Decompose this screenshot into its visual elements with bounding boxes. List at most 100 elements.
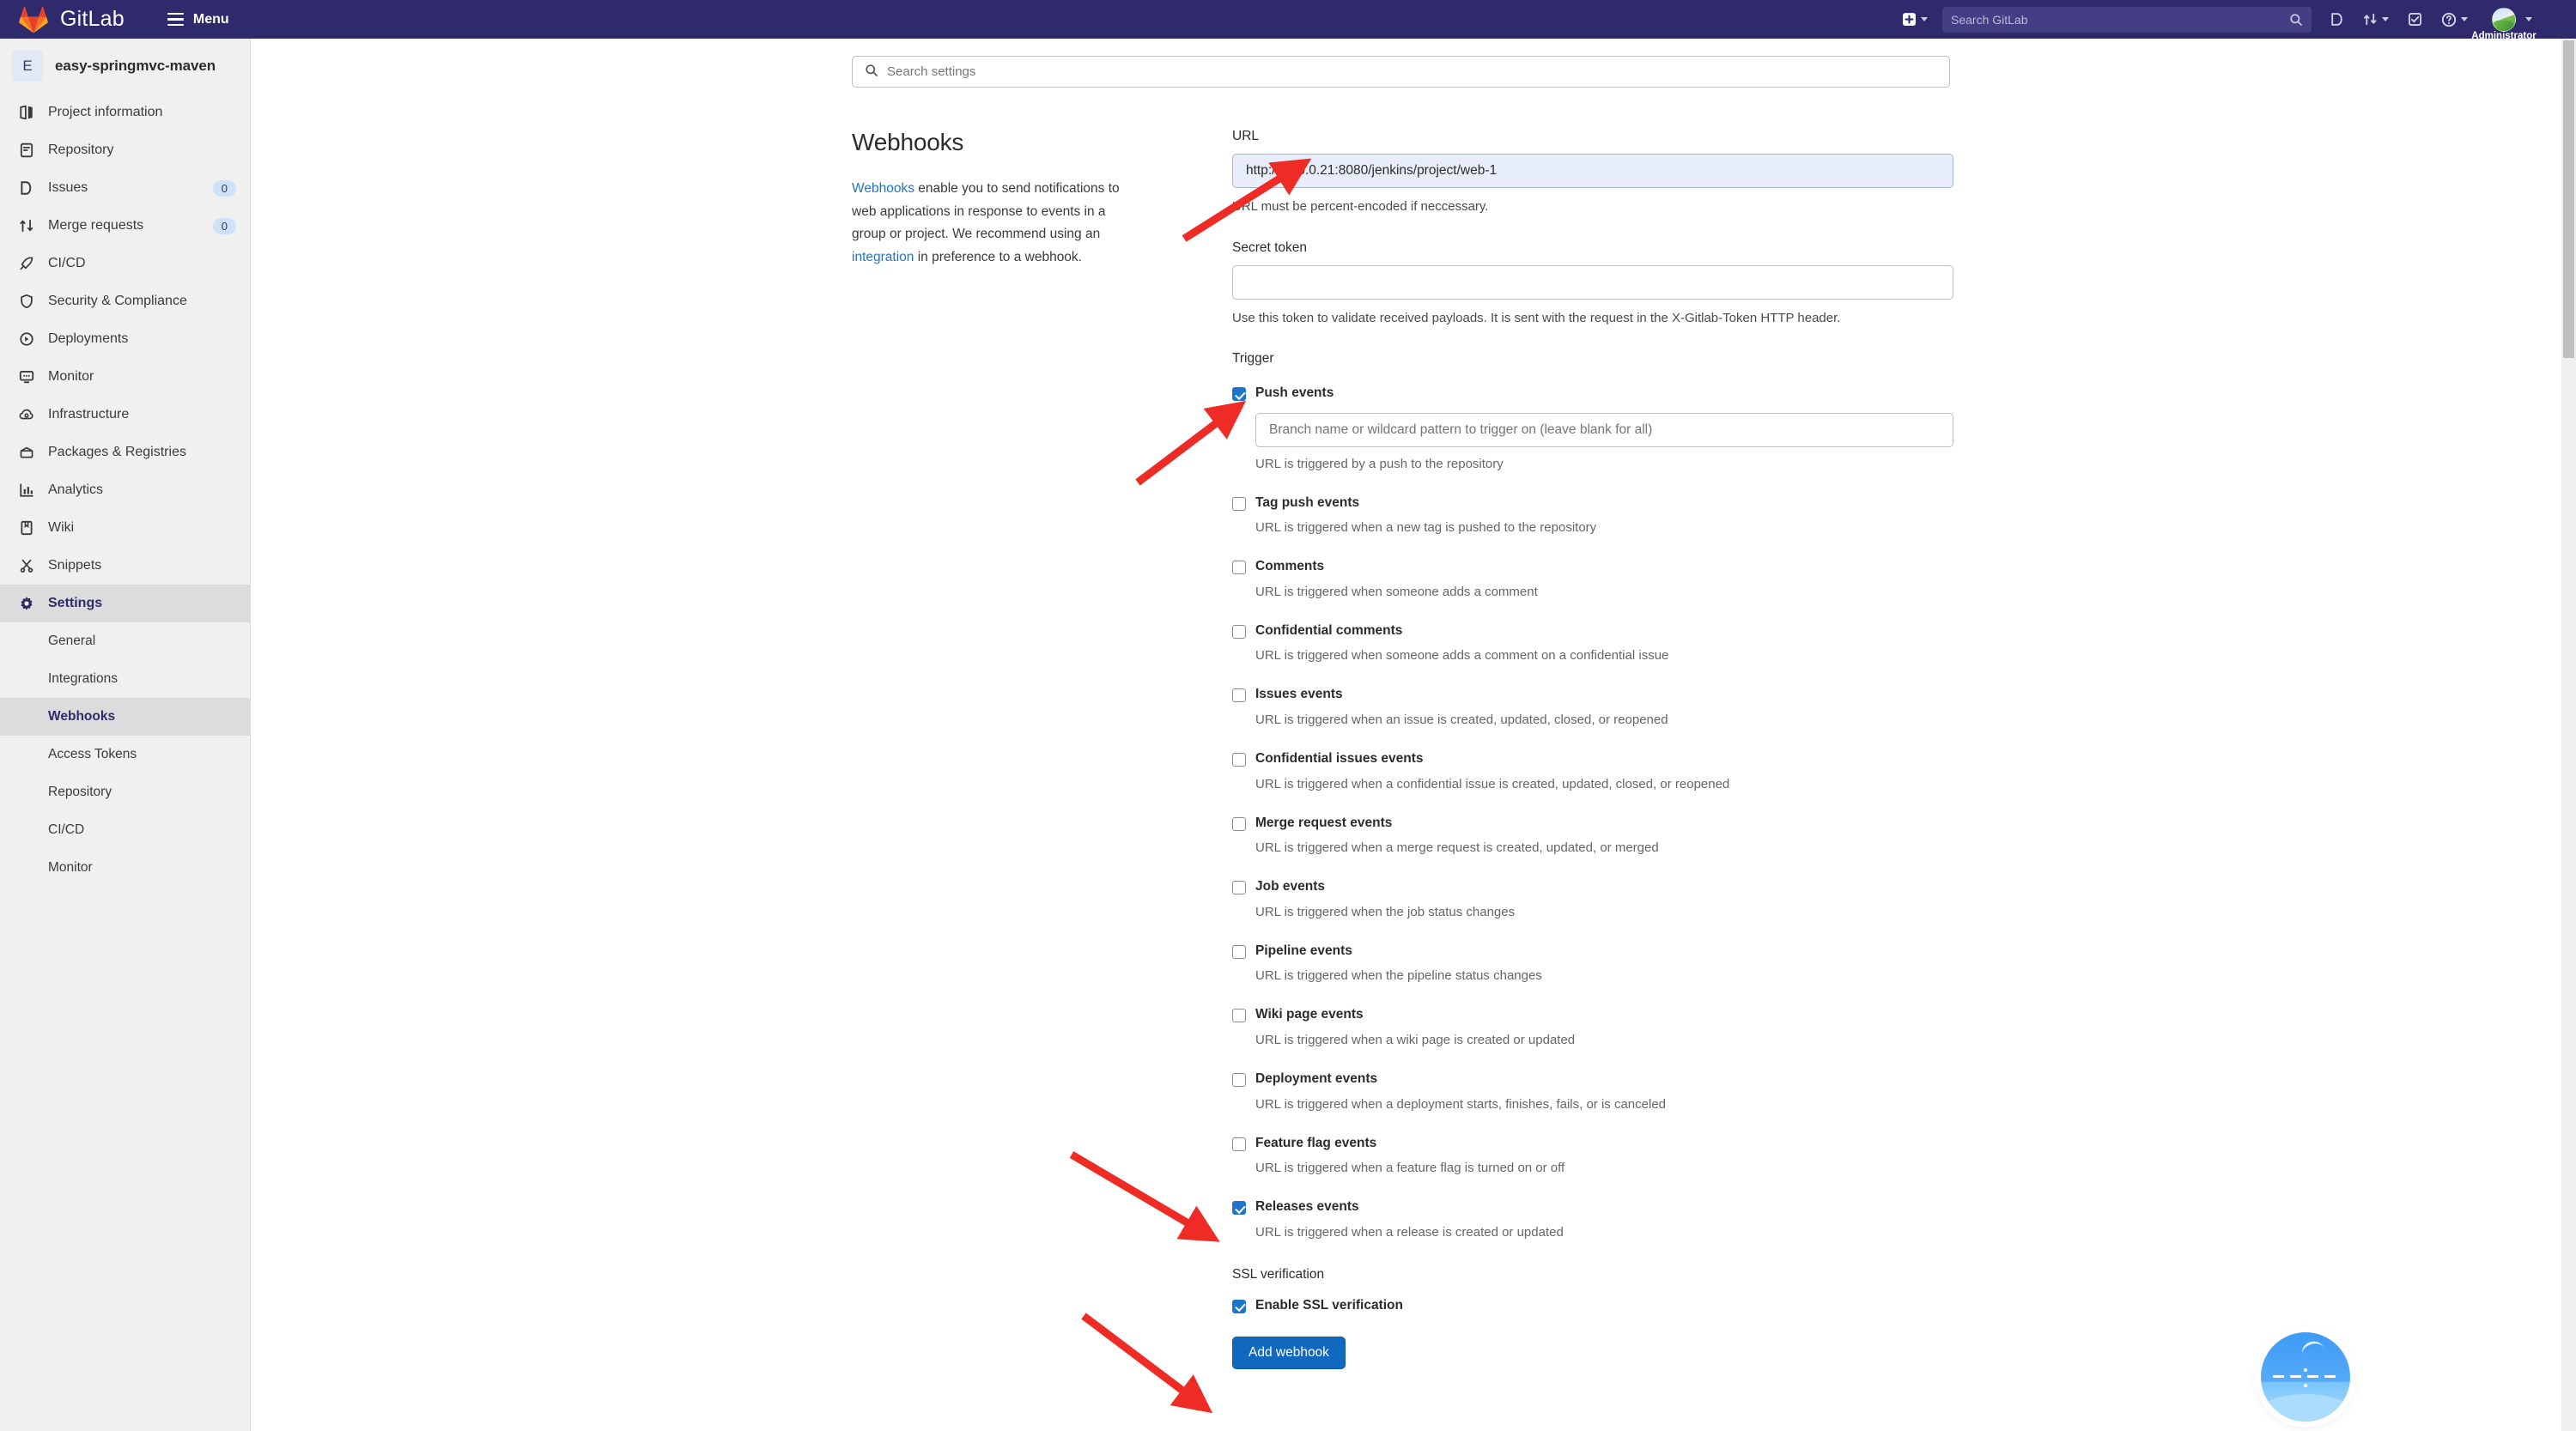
main-menu-button[interactable]: Menu — [161, 7, 236, 33]
project-sidebar: E easy-springmvc-maven Project informati… — [0, 39, 251, 1431]
sidebar-subitem-label: CI/CD — [48, 822, 85, 837]
url-input[interactable] — [1232, 154, 1953, 188]
push-branch-input[interactable] — [1255, 412, 1953, 447]
top-navbar: GitLab Menu Search GitLab Administrator — [0, 0, 2576, 41]
chevron-down-icon — [2461, 17, 2468, 21]
help-circle-icon — [2441, 12, 2457, 27]
monitor-icon — [17, 367, 36, 386]
sidebar-item-cicd[interactable]: CI/CD — [0, 245, 250, 282]
secret-token-input[interactable] — [1232, 265, 1953, 300]
sidebar-item-packages-registries[interactable]: Packages & Registries — [0, 434, 250, 471]
checkbox-comments[interactable] — [1232, 561, 1246, 575]
project-header[interactable]: E easy-springmvc-maven — [0, 39, 250, 94]
event-row-feature-flag-events: Feature flag events URL is triggered whe… — [1232, 1136, 1953, 1178]
sidebar-item-settings[interactable]: Settings — [0, 585, 250, 622]
sidebar-item-project-information[interactable]: Project information — [0, 94, 250, 131]
checkbox-deployment-events[interactable] — [1232, 1072, 1246, 1087]
sidebar-item-snippets[interactable]: Snippets — [0, 547, 250, 585]
checkbox-releases-events[interactable] — [1232, 1201, 1246, 1216]
sidebar-item-analytics[interactable]: Analytics — [0, 471, 250, 509]
sidebar-item-label: Settings — [48, 596, 103, 610]
sidebar-item-label: Issues — [48, 180, 88, 195]
sidebar-item-infrastructure[interactable]: Infrastructure — [0, 396, 250, 434]
sidebar-subitem-access-tokens[interactable]: Access Tokens — [0, 736, 250, 773]
search-icon — [2289, 13, 2303, 29]
search-settings-input[interactable]: Search settings — [852, 56, 1950, 88]
trigger-section-label: Trigger — [1232, 351, 1274, 366]
create-new-button[interactable] — [1893, 0, 1937, 39]
event-row-pipeline-events: Pipeline events URL is triggered when th… — [1232, 943, 1953, 985]
project-avatar: E — [12, 51, 43, 82]
event-row-releases-events: Releases events URL is triggered when a … — [1232, 1199, 1953, 1241]
assistant-orb-widget[interactable] — [2261, 1332, 2350, 1422]
page-scrollbar-thumb[interactable] — [2563, 40, 2574, 358]
checkbox-issues-events[interactable] — [1232, 688, 1246, 703]
chevron-down-icon — [1921, 17, 1928, 21]
user-menu-button[interactable]: Administrator — [2471, 0, 2542, 41]
checkbox-confidential-comments[interactable] — [1232, 624, 1246, 639]
issues-nav-button[interactable] — [2320, 0, 2354, 39]
ssl-checkbox-label: Enable SSL verification — [1255, 1297, 1403, 1313]
checkbox-tag-push-events[interactable] — [1232, 496, 1246, 511]
integration-doc-link[interactable]: integration — [852, 250, 914, 264]
chevron-down-icon — [2382, 17, 2389, 21]
checkbox-pipeline-events[interactable] — [1232, 944, 1246, 959]
event-description: URL is triggered when the pipeline statu… — [1255, 968, 1542, 984]
event-row-comments: Comments URL is triggered when someone a… — [1232, 559, 1953, 601]
menu-label: Menu — [192, 11, 229, 27]
todo-check-icon — [2409, 13, 2421, 26]
event-label: Pipeline events — [1255, 943, 1352, 958]
sidebar-item-repository[interactable]: Repository — [0, 131, 250, 169]
event-label: Job events — [1255, 879, 1325, 894]
event-label: Merge request events — [1255, 815, 1393, 830]
gitlab-logo-icon[interactable] — [19, 6, 48, 33]
checkbox-enable-ssl-verification[interactable] — [1232, 1299, 1246, 1313]
event-label: Confidential comments — [1255, 622, 1403, 638]
checkbox-feature-flag-events[interactable] — [1232, 1137, 1246, 1151]
sidebar-item-security-compliance[interactable]: Security & Compliance — [0, 282, 250, 320]
sidebar-subitem-monitor[interactable]: Monitor — [0, 849, 250, 887]
event-label: Feature flag events — [1255, 1135, 1377, 1150]
webhooks-description: Webhooks enable you to send notification… — [852, 178, 1135, 270]
checkbox-push-events[interactable] — [1232, 387, 1246, 401]
event-label: Issues events — [1255, 687, 1343, 702]
sidebar-item-merge-requests[interactable]: Merge requests 0 — [0, 207, 250, 245]
sidebar-item-monitor[interactable]: Monitor — [0, 358, 250, 396]
sidebar-item-deployments[interactable]: Deployments — [0, 320, 250, 358]
sidebar-item-wiki[interactable]: Wiki — [0, 509, 250, 547]
event-row-tag-push-events: Tag push events URL is triggered when a … — [1232, 495, 1953, 537]
ssl-verification-label: SSL verification — [1232, 1266, 1325, 1282]
rocket-icon — [17, 254, 36, 273]
checkbox-confidential-issues-events[interactable] — [1232, 752, 1246, 767]
sidebar-item-issues[interactable]: Issues 0 — [0, 169, 250, 207]
sidebar-item-label: Project information — [48, 105, 163, 119]
checkbox-job-events[interactable] — [1232, 881, 1246, 895]
merge-request-icon — [17, 216, 36, 235]
sidebar-subitem-cicd[interactable]: CI/CD — [0, 811, 250, 849]
orb-glint-icon — [2299, 1338, 2324, 1355]
sidebar-item-label: Wiki — [48, 520, 75, 535]
event-description: URL is triggered when a new tag is pushe… — [1255, 520, 1597, 536]
add-webhook-button[interactable]: Add webhook — [1232, 1337, 1346, 1370]
help-nav-button[interactable] — [2432, 0, 2477, 39]
event-row-wiki-page-events: Wiki page events URL is triggered when a… — [1232, 1007, 1953, 1049]
sidebar-nav-list: Project information Repository Issues 0 … — [0, 94, 250, 894]
sidebar-subitem-integrations[interactable]: Integrations — [0, 660, 250, 698]
page-title: Webhooks — [852, 129, 964, 155]
url-label: URL — [1232, 129, 1260, 143]
orb-dash-line-icon — [2273, 1375, 2338, 1378]
merge-requests-nav-button[interactable] — [2354, 0, 2398, 39]
sidebar-subitem-webhooks[interactable]: Webhooks — [0, 698, 250, 736]
sidebar-subitem-general[interactable]: General — [0, 622, 250, 660]
todos-nav-button[interactable] — [2398, 0, 2432, 39]
sidebar-item-label: CI/CD — [48, 256, 86, 270]
global-search-input[interactable]: Search GitLab — [1942, 6, 2312, 33]
checkbox-merge-request-events[interactable] — [1232, 816, 1246, 831]
description-text-2: in preference to a webhook. — [914, 249, 1082, 264]
webhooks-doc-link[interactable]: Webhooks — [852, 181, 914, 196]
event-label: Confidential issues events — [1255, 750, 1424, 766]
checkbox-wiki-page-events[interactable] — [1232, 1009, 1246, 1023]
event-row-push-events: Push events URL is triggered by a push t… — [1232, 385, 1953, 473]
event-description: URL is triggered when someone adds a com… — [1255, 584, 1538, 599]
sidebar-subitem-repository[interactable]: Repository — [0, 773, 250, 811]
